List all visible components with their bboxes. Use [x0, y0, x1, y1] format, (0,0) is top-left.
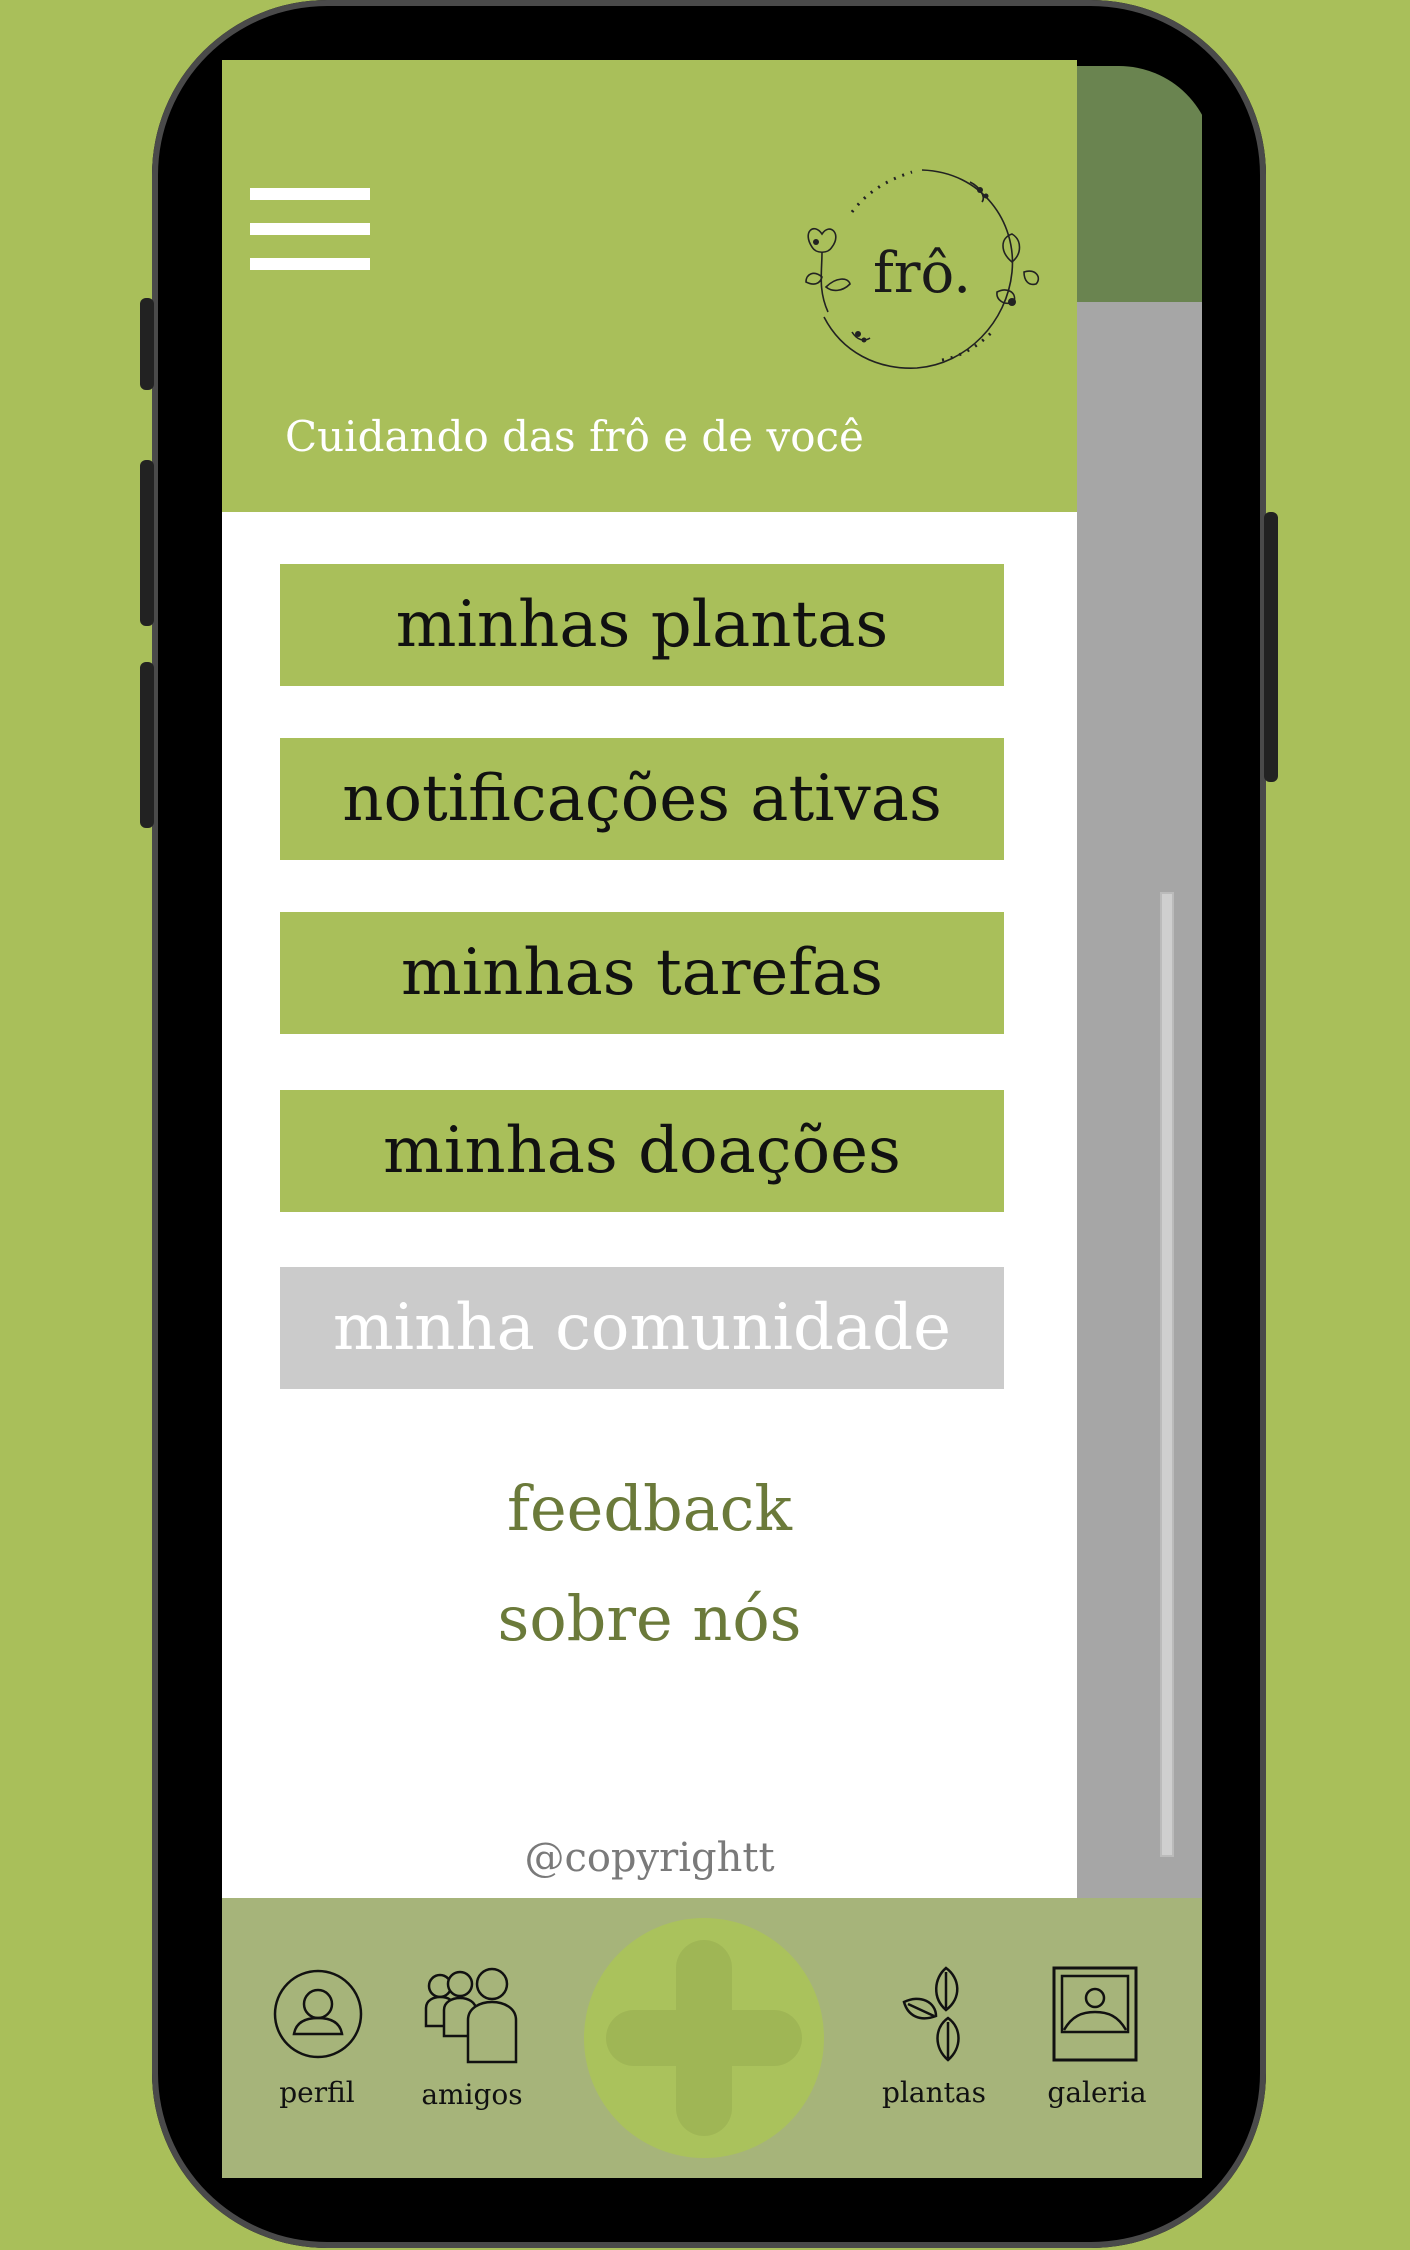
nav-item-perfil[interactable]: perfil: [262, 1898, 372, 2178]
menu-item-label: minha comunidade: [332, 1291, 952, 1365]
nav-label: amigos: [421, 2078, 523, 2111]
bottom-nav-bar: perfil amigos plantas galeria: [222, 1898, 1202, 2178]
nav-label: plantas: [882, 2076, 986, 2109]
menu-item-label: minhas plantas: [395, 588, 889, 662]
menu-item-label: minhas tarefas: [401, 936, 883, 1010]
feedback-link[interactable]: feedback: [222, 1472, 1077, 1545]
phone-screen: frô. Cuidando das frô e de você minhas p…: [222, 60, 1202, 2178]
menu-item-label: notificações ativas: [342, 762, 942, 836]
phone-side-button: [140, 460, 154, 626]
menu-item-label: minhas doações: [383, 1114, 901, 1188]
menu-item-notificacoes-ativas[interactable]: notificações ativas: [280, 738, 1004, 860]
copyright-text: @copyrightt: [524, 1835, 775, 1881]
phone-side-button: [1264, 512, 1278, 782]
logo: frô.: [805, 169, 1040, 369]
people-icon: [424, 1967, 518, 2064]
menu-item-minhas-tarefas[interactable]: minhas tarefas: [280, 912, 1004, 1034]
leaves-icon: [902, 1966, 960, 2062]
about-us-link[interactable]: sobre nós: [222, 1582, 1077, 1655]
nav-item-galeria[interactable]: galeria: [1032, 1898, 1162, 2178]
hamburger-menu-icon[interactable]: [250, 188, 370, 270]
side-menu: frô. Cuidando das frô e de você minhas p…: [222, 60, 1077, 1898]
menu-item-minhas-doacoes[interactable]: minhas doações: [280, 1090, 1004, 1212]
phone-side-button: [140, 662, 154, 828]
add-button[interactable]: [584, 1918, 824, 2158]
scrollbar[interactable]: [1160, 892, 1174, 1857]
picture-icon: [1052, 1966, 1138, 2062]
svg-text:frô.: frô.: [873, 241, 971, 306]
nav-item-amigos[interactable]: amigos: [412, 1898, 532, 2178]
menu-item-minhas-plantas[interactable]: minhas plantas: [280, 564, 1004, 686]
menu-item-minha-comunidade[interactable]: minha comunidade: [280, 1267, 1004, 1389]
tagline: Cuidando das frô e de você: [285, 412, 864, 461]
nav-label: galeria: [1047, 2076, 1147, 2109]
nav-item-plantas[interactable]: plantas: [874, 1898, 994, 2178]
menu-header: frô. Cuidando das frô e de você: [222, 60, 1077, 512]
nav-label: perfil: [279, 2076, 355, 2109]
plus-icon: [676, 1940, 732, 2136]
phone-side-button: [140, 298, 154, 390]
user-circle-icon: [273, 1969, 363, 2059]
